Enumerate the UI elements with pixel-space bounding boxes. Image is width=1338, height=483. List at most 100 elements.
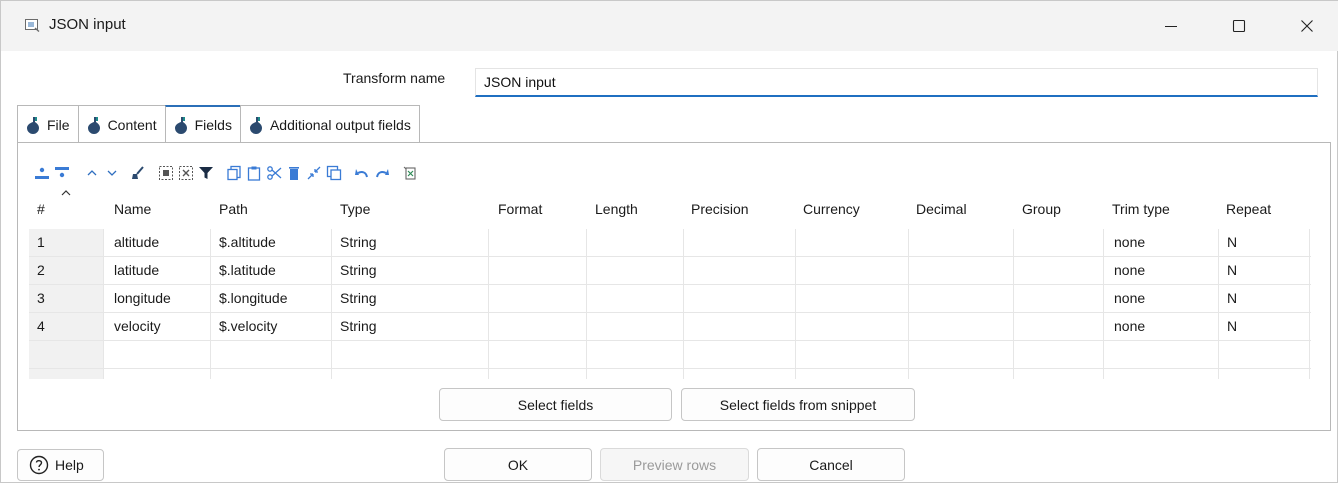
copy-icon (227, 165, 241, 181)
select-fields-button[interactable]: Select fields (439, 388, 672, 421)
maximize-icon (1232, 19, 1246, 33)
table-cell-trim-type[interactable]: none (1114, 290, 1145, 306)
optimize-width-button[interactable] (305, 163, 323, 183)
table-cell-repeat[interactable]: N (1227, 262, 1237, 278)
insert-row-icon (35, 167, 49, 179)
drop-icon (27, 116, 39, 134)
export-excel-button[interactable] (401, 163, 419, 183)
transform-name-label: Transform name (343, 70, 446, 86)
shrink-icon (307, 166, 321, 180)
table-cell-name[interactable]: altitude (114, 234, 159, 250)
table-cell-type[interactable]: String (340, 234, 377, 250)
help-icon (29, 455, 49, 475)
table-cell-name[interactable]: longitude (114, 290, 171, 306)
table-cell-path[interactable]: $.longitude (219, 290, 288, 306)
col-header-index[interactable]: # (37, 201, 45, 217)
transform-name-input[interactable] (475, 68, 1318, 97)
col-header-group[interactable]: Group (1022, 201, 1061, 217)
move-down-button[interactable] (103, 163, 121, 183)
json-input-dialog: JSON input Transform name File Content F… (0, 0, 1338, 483)
title-bar: JSON input (1, 1, 1338, 51)
tab-label: File (47, 116, 70, 133)
table-cell-path[interactable]: $.altitude (219, 234, 276, 250)
add-row-icon (55, 167, 69, 178)
table-row-index[interactable]: 2 (37, 262, 45, 278)
col-header-length[interactable]: Length (595, 201, 638, 217)
table-cell-path[interactable]: $.velocity (219, 318, 277, 334)
chevron-up-icon (87, 170, 97, 176)
tab-file[interactable]: File (17, 105, 79, 143)
select-fields-from-snippet-button[interactable]: Select fields from snippet (681, 388, 915, 421)
delete-button[interactable] (285, 163, 303, 183)
cut-button[interactable] (265, 163, 283, 183)
table-cell-trim-type[interactable]: none (1114, 318, 1145, 334)
tab-strip: File Content Fields Additional output fi… (17, 105, 420, 143)
drop-icon (174, 117, 187, 134)
table-row-index[interactable]: 1 (37, 234, 45, 250)
tab-additional-output-fields[interactable]: Additional output fields (239, 105, 420, 143)
redo-icon (376, 169, 389, 178)
help-label: Help (55, 457, 84, 473)
window-title: JSON input (49, 16, 126, 33)
col-header-trim-type[interactable]: Trim type (1112, 201, 1170, 217)
table-cell-repeat[interactable]: N (1227, 234, 1237, 250)
select-all-button[interactable] (157, 163, 175, 183)
tab-label: Fields (194, 117, 232, 133)
paste-button[interactable] (245, 163, 263, 183)
trash-icon (289, 167, 299, 180)
table-row-index[interactable]: 3 (37, 290, 45, 306)
json-input-icon (25, 19, 40, 32)
table-cell-trim-type[interactable]: none (1114, 234, 1145, 250)
brush-icon (132, 166, 144, 179)
redo-button[interactable] (373, 163, 391, 183)
table-cell-repeat[interactable]: N (1227, 290, 1237, 306)
spreadsheet-icon (403, 166, 416, 180)
scissors-icon (267, 166, 282, 180)
col-header-path[interactable]: Path (219, 201, 248, 217)
undo-button[interactable] (353, 163, 371, 183)
cancel-button[interactable]: Cancel (757, 448, 905, 481)
col-header-currency[interactable]: Currency (803, 201, 860, 217)
filter-button[interactable] (197, 163, 215, 183)
clear-selection-button[interactable] (177, 163, 195, 183)
table-row-index[interactable]: 4 (37, 318, 45, 334)
select-all-icon (159, 166, 173, 180)
minimize-icon (1165, 26, 1177, 27)
table-cell-type[interactable]: String (340, 318, 377, 334)
col-header-type[interactable]: Type (340, 201, 370, 217)
table-cell-name[interactable]: velocity (114, 318, 161, 334)
copy-button[interactable] (225, 163, 243, 183)
drop-icon (87, 116, 100, 134)
insert-row-button[interactable] (33, 163, 51, 183)
maximize-button[interactable] (1219, 13, 1259, 39)
help-button[interactable]: Help (17, 449, 104, 481)
table-cell-name[interactable]: latitude (114, 262, 159, 278)
filter-icon (199, 167, 213, 179)
tab-label: Additional output fields (269, 116, 411, 133)
add-row-button[interactable] (53, 163, 71, 183)
minimize-button[interactable] (1151, 13, 1191, 39)
col-header-repeat[interactable]: Repeat (1226, 201, 1271, 217)
tab-fields[interactable]: Fields (164, 105, 241, 143)
table-cell-repeat[interactable]: N (1227, 318, 1237, 334)
close-icon (1301, 20, 1313, 32)
move-up-button[interactable] (83, 163, 101, 183)
table-cell-type[interactable]: String (340, 290, 377, 306)
table-cell-type[interactable]: String (340, 262, 377, 278)
tab-content[interactable]: Content (77, 105, 166, 143)
fields-table: # Name Path Type Format Length Precision… (29, 185, 1315, 379)
clean-button[interactable] (129, 163, 147, 183)
duplicate-icon (326, 165, 342, 181)
table-cell-trim-type[interactable]: none (1114, 262, 1145, 278)
col-header-decimal[interactable]: Decimal (916, 201, 967, 217)
table-cell-path[interactable]: $.latitude (219, 262, 276, 278)
duplicate-button[interactable] (325, 163, 343, 183)
col-header-precision[interactable]: Precision (691, 201, 749, 217)
sort-caret-icon (61, 190, 71, 196)
preview-rows-button[interactable]: Preview rows (600, 448, 749, 481)
ok-button[interactable]: OK (444, 448, 592, 481)
close-button[interactable] (1287, 13, 1327, 39)
drop-icon (249, 116, 262, 134)
col-header-name[interactable]: Name (114, 201, 151, 217)
col-header-format[interactable]: Format (498, 201, 542, 217)
